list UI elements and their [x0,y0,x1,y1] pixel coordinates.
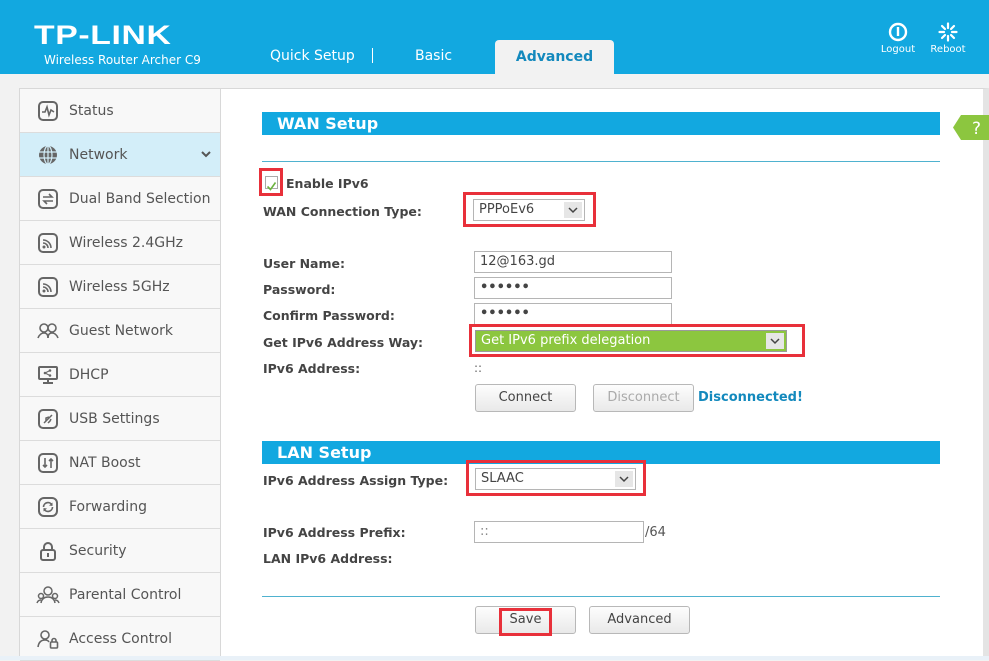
sidebar-item-security[interactable]: Security [20,529,220,573]
chevron-down-icon [766,333,784,349]
disconnect-button[interactable]: Disconnect [593,384,694,412]
sidebar-item-label: Guest Network [69,322,174,339]
chevron-down-icon [201,151,211,158]
lan-ipv6-address-label: LAN IPv6 Address: [263,551,393,566]
wireless-icon [36,275,60,299]
wan-connection-type-select[interactable]: PPPoEv6 [473,199,585,221]
username-input[interactable]: 12@163.gd [474,251,672,273]
sidebar-item-forwarding[interactable]: Forwarding [20,485,220,529]
updown-arrows-icon [36,451,60,475]
sidebar-item-status[interactable]: Status [20,89,220,133]
ipv6-address-value: :: [474,361,483,375]
ipv6-prefix-length: /64 [645,525,666,540]
sidebar-item-wireless-2-4ghz[interactable]: Wireless 2.4GHz [20,221,220,265]
ipv6-address-way-value: Get IPv6 prefix delegation [481,333,651,348]
password-label: Password: [263,282,336,297]
brand-logo: TP-LINK [34,20,172,50]
family-icon [36,583,60,607]
save-button[interactable]: Save [475,606,576,634]
enable-ipv6-checkbox[interactable] [265,176,278,191]
refresh-icon [36,495,60,519]
footer-divider [262,596,940,597]
sidebar-item-label: DHCP [69,366,109,383]
ipv6-address-label: IPv6 Address: [263,361,361,376]
reboot-label: Reboot [930,44,966,55]
password-input[interactable]: •••••• [474,277,672,299]
sidebar-item-label: Wireless 2.4GHz [69,234,184,251]
ipv6-assign-type-label: IPv6 Address Assign Type: [263,473,449,488]
sidebar-item-wireless-5ghz[interactable]: Wireless 5GHz [20,265,220,309]
lock-icon [36,539,60,563]
connect-button[interactable]: Connect [475,384,576,412]
ipv6-address-way-label: Get IPv6 Address Way: [263,335,424,350]
chevron-down-icon [564,202,582,218]
sidebar-item-label: Status [69,102,114,119]
wan-connection-type-label: WAN Connection Type: [263,204,422,219]
connection-status: Disconnected! [698,390,803,405]
wireless-icon [36,231,60,255]
wan-connection-type-value: PPPoEv6 [479,202,535,217]
lan-setup-title: LAN Setup [262,441,940,464]
router-model: Wireless Router Archer C9 [44,53,201,67]
enable-ipv6-label: Enable IPv6 [286,176,369,191]
sidebar-item-label: USB Settings [69,410,160,427]
tab-basic[interactable]: Basic [415,48,452,64]
confirm-password-input[interactable]: •••••• [474,303,672,325]
confirm-password-label: Confirm Password: [263,308,395,323]
sidebar-item-access-control[interactable]: Access Control [20,617,220,661]
sidebar-item-label: Security [69,542,127,559]
user-lock-icon [36,627,60,651]
power-icon [888,22,908,42]
main-panel: WAN Setup ? Enable IPv6 WAN Connection T… [221,88,989,660]
monitor-share-icon [36,363,60,387]
ipv6-address-way-select[interactable]: Get IPv6 prefix delegation [475,330,787,352]
reboot-button[interactable]: Reboot [926,22,970,55]
sidebar-nav: Status Network Dual Band Selection Wirel… [19,88,221,661]
ipv6-prefix-input[interactable]: :: [474,521,644,543]
tab-advanced[interactable]: Advanced [495,40,614,74]
advanced-button[interactable]: Advanced [589,606,690,634]
sidebar-item-usb-settings[interactable]: USB Settings [20,397,220,441]
sidebar-item-label: Forwarding [69,498,147,515]
wan-setup-title: WAN Setup [262,112,940,135]
tab-separator [372,48,373,63]
ipv6-assign-type-select[interactable]: SLAAC [475,468,636,490]
sidebar-item-dual-band-selection[interactable]: Dual Band Selection [20,177,220,221]
status-icon [36,99,60,123]
swap-icon [36,187,60,211]
globe-icon [36,143,60,167]
sidebar-item-label: Dual Band Selection [69,190,211,207]
ipv6-prefix-label: IPv6 Address Prefix: [263,525,406,540]
help-glyph: ? [972,119,981,139]
reboot-spinner-icon [938,22,958,42]
guest-icon [36,319,60,343]
sidebar-item-guest-network[interactable]: Guest Network [20,309,220,353]
sidebar-item-dhcp[interactable]: DHCP [20,353,220,397]
logout-label: Logout [880,44,916,55]
sidebar-item-network[interactable]: Network [20,133,220,177]
sidebar-item-nat-boost[interactable]: NAT Boost [20,441,220,485]
sidebar-item-label: Network [69,146,128,163]
username-label: User Name: [263,256,345,271]
wan-divider [262,161,940,162]
chevron-down-icon [615,471,633,487]
bottom-strip [0,656,989,660]
logout-button[interactable]: Logout [876,22,920,55]
ipv6-assign-type-value: SLAAC [481,471,524,486]
usb-icon [36,407,60,431]
sidebar-item-label: Access Control [69,630,172,647]
sidebar-item-label: NAT Boost [69,454,141,471]
sidebar-item-parental-control[interactable]: Parental Control [20,573,220,617]
top-header: TP-LINK Wireless Router Archer C9 Quick … [0,0,989,74]
sidebar-item-label: Wireless 5GHz [69,278,170,295]
help-icon: ? [953,115,989,140]
sidebar-item-label: Parental Control [69,586,182,603]
checkmark-icon [266,182,277,191]
help-button[interactable]: ? [953,115,989,140]
tab-quick-setup[interactable]: Quick Setup [270,48,355,64]
